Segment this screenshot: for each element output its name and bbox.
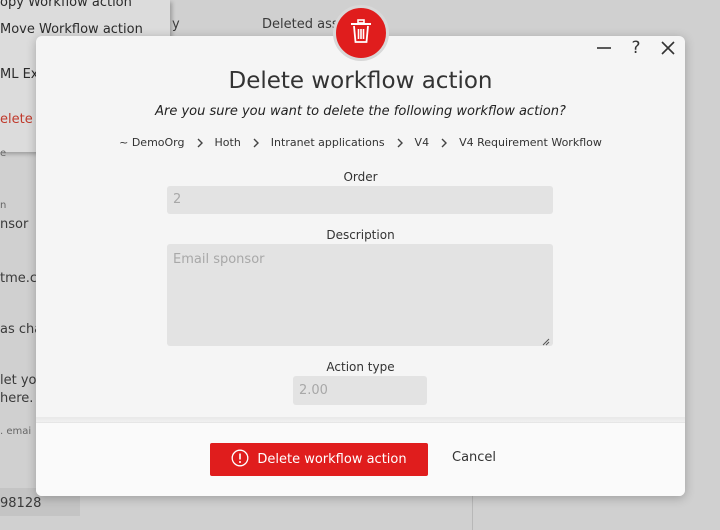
order-label: Order bbox=[343, 170, 378, 184]
bg-snippet: e bbox=[0, 148, 7, 159]
menu-item-xml-export[interactable]: ML Ex bbox=[0, 67, 39, 82]
window-controls: ? bbox=[595, 38, 677, 58]
help-icon[interactable]: ? bbox=[627, 38, 645, 58]
bg-snippet: 98128 bbox=[0, 496, 42, 511]
minimize-icon[interactable] bbox=[595, 39, 613, 57]
order-field[interactable]: 2 bbox=[167, 186, 553, 214]
delete-workflow-action-button[interactable]: Delete workflow action bbox=[210, 443, 428, 476]
bg-snippet: here. bbox=[0, 391, 34, 406]
description-field[interactable]: Email sponsor bbox=[167, 244, 553, 346]
trash-icon bbox=[350, 19, 372, 47]
chevron-right-icon bbox=[440, 138, 448, 148]
alert-circle-icon bbox=[231, 449, 249, 471]
delete-workflow-action-dialog: ? Delete workflow action Are you sure yo… bbox=[36, 5, 685, 496]
breadcrumb-item[interactable]: Intranet applications bbox=[271, 136, 385, 149]
dialog-footer: Delete workflow action Cancel bbox=[36, 422, 685, 496]
menu-item-delete[interactable]: elete bbox=[0, 112, 33, 127]
bg-header-text: Deleted ass bbox=[262, 17, 339, 32]
close-icon[interactable] bbox=[659, 39, 677, 57]
menu-item-move[interactable]: Move Workflow action bbox=[0, 22, 143, 37]
resize-handle-icon[interactable] bbox=[542, 335, 550, 346]
bg-snippet: nsor bbox=[0, 217, 29, 232]
description-label: Description bbox=[326, 228, 395, 242]
breadcrumb-item[interactable]: V4 bbox=[415, 136, 430, 149]
breadcrumb: ~ DemoOrg Hoth Intranet applications V4 … bbox=[36, 136, 685, 149]
bg-snippet: . emai bbox=[0, 426, 32, 437]
bg-snippet: n bbox=[0, 200, 7, 211]
action-type-field[interactable]: 2.00 bbox=[293, 376, 427, 405]
bg-header-text: y bbox=[172, 17, 180, 32]
chevron-right-icon bbox=[196, 138, 204, 148]
breadcrumb-item[interactable]: ~ DemoOrg bbox=[119, 136, 184, 149]
menu-item-copy[interactable]: opy Workflow action bbox=[0, 0, 132, 10]
breadcrumb-item[interactable]: V4 Requirement Workflow bbox=[459, 136, 602, 149]
delete-button-label: Delete workflow action bbox=[257, 452, 407, 467]
dialog-title: Delete workflow action bbox=[228, 68, 493, 94]
action-type-label: Action type bbox=[326, 360, 395, 374]
chevron-right-icon bbox=[396, 138, 404, 148]
dialog-subtitle: Are you sure you want to delete the foll… bbox=[155, 104, 566, 119]
description-value: Email sponsor bbox=[173, 252, 265, 267]
cancel-button[interactable]: Cancel bbox=[452, 450, 496, 465]
chevron-right-icon bbox=[252, 138, 260, 148]
trash-badge bbox=[333, 5, 389, 61]
breadcrumb-item[interactable]: Hoth bbox=[215, 136, 241, 149]
